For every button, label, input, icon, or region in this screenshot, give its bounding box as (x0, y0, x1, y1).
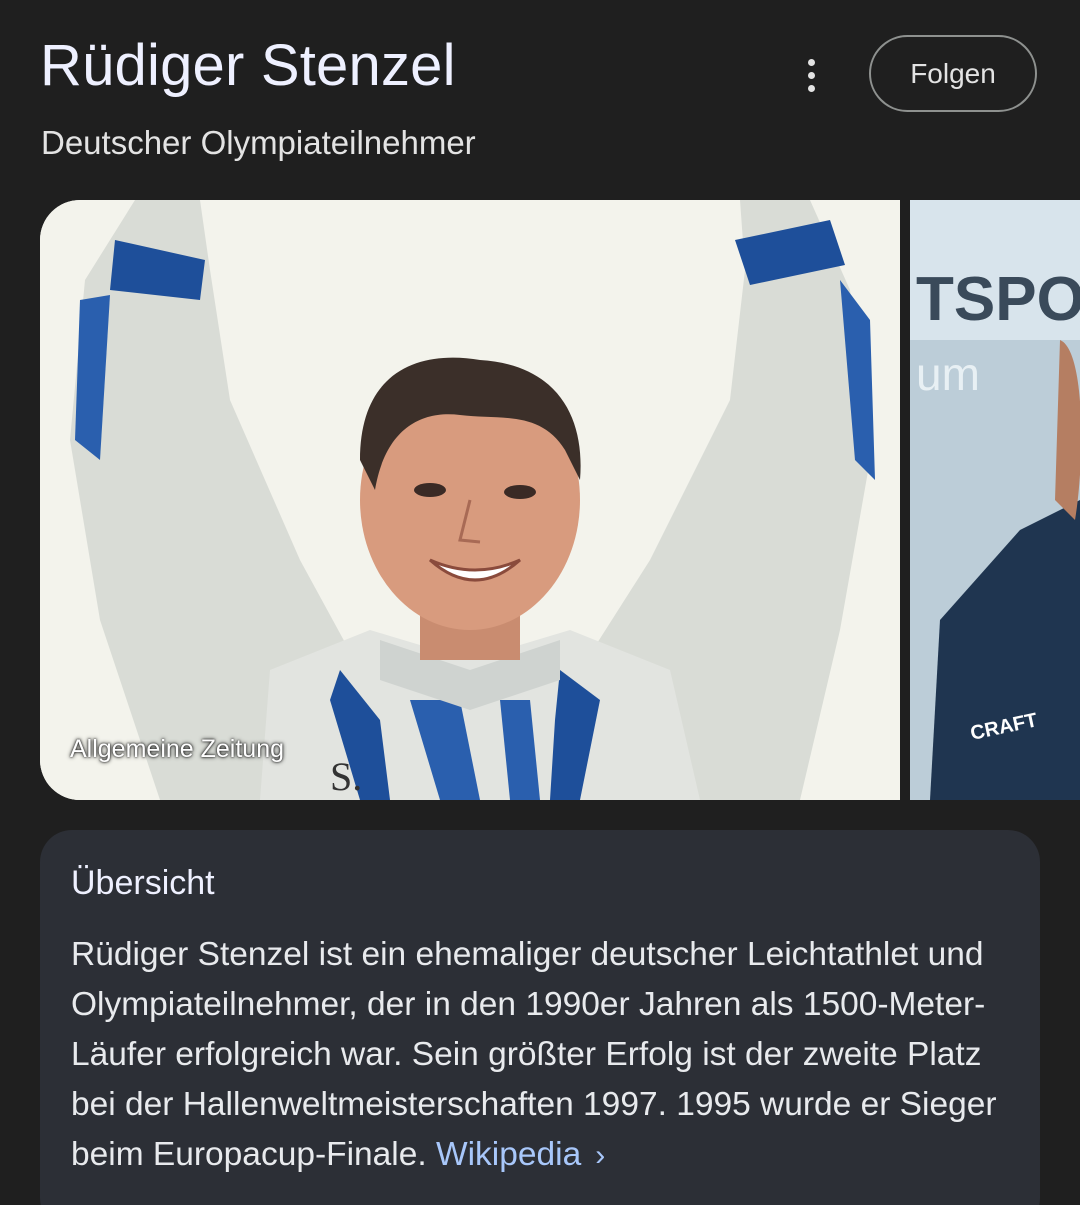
more-vert-icon (807, 58, 815, 66)
entity-title: Rüdiger Stenzel (40, 33, 456, 98)
overview-card: Übersicht Rüdiger Stenzel ist ein ehemal… (40, 830, 1040, 1205)
more-vert-icon-dot (807, 71, 815, 79)
athlete-photo-illustration: S. (40, 200, 900, 800)
second-photo-illustration: TSPO um CRAFT (910, 200, 1080, 800)
banner-sub: um (916, 348, 980, 400)
photo-credit: Allgemeine Zeitung (70, 735, 285, 763)
entity-subtitle: Deutscher Olympiateilnehmer (41, 124, 476, 161)
chevron-right-icon: › (595, 1139, 606, 1172)
more-options-button[interactable] (788, 50, 834, 100)
banner-text: TSPO (916, 265, 1080, 334)
overview-heading: Übersicht (71, 864, 215, 902)
follow-button[interactable]: Folgen (869, 35, 1037, 112)
knowledge-panel: Rüdiger Stenzel Deutscher Olympiateilneh… (0, 0, 1080, 1205)
more-vert-icon-dot (807, 84, 815, 92)
wikipedia-link-label: Wikipedia (435, 1136, 582, 1173)
wikipedia-link[interactable]: Wikipedia › (436, 1136, 605, 1173)
overview-text: Rüdiger Stenzel ist ein ehemaliger deuts… (71, 930, 1016, 1181)
svg-text:S.: S. (330, 754, 362, 799)
second-photo[interactable]: TSPO um CRAFT (910, 200, 1080, 800)
main-photo[interactable]: S. Allgemeine Zeitung (40, 200, 900, 800)
